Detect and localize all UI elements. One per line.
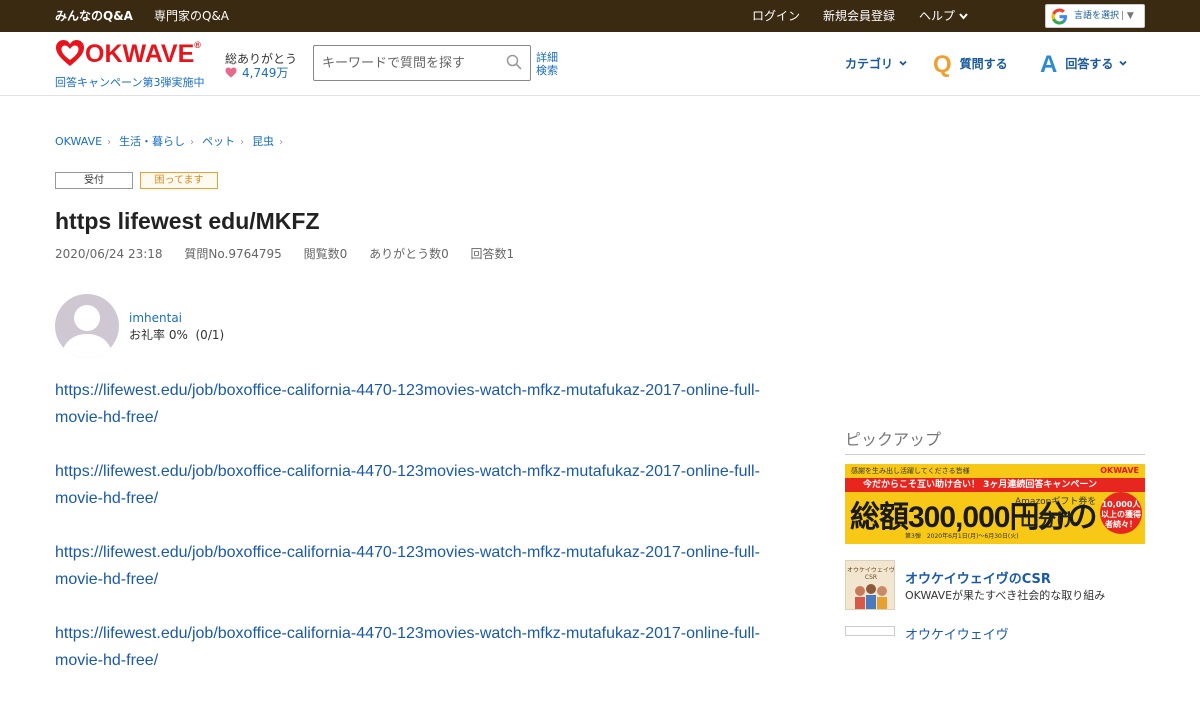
- question-q-icon: Q: [933, 51, 952, 78]
- breadcrumb-pet[interactable]: ペット: [202, 135, 235, 148]
- people-illustration-icon: [855, 584, 887, 609]
- breadcrumb-insect[interactable]: 昆虫: [252, 135, 274, 148]
- google-icon: [1051, 8, 1068, 25]
- rate-count: (0/1): [195, 328, 225, 342]
- csr-thumbnail[interactable]: オウケイウェイヴ CSR: [845, 560, 895, 610]
- thanks-count-meta: ありがとう数0: [369, 247, 449, 261]
- search-box: [313, 45, 531, 81]
- answer-a-icon: A: [1040, 51, 1058, 78]
- login-link[interactable]: ログイン: [752, 0, 800, 32]
- campaign-banner[interactable]: 感謝を生み出し活躍してくださる皆様 OKWAVE 今だからこそ互い助け合い！ 3…: [845, 464, 1145, 544]
- body-link[interactable]: https://lifewest.edu/job/boxoffice-calif…: [55, 544, 760, 588]
- question-date: 2020/06/24 23:18: [55, 247, 163, 261]
- search-input[interactable]: [314, 46, 494, 80]
- rate-label: お礼率 0%: [129, 328, 188, 342]
- question-meta: 2020/06/24 23:18 質問No.9764795 閲覧数0 ありがとう…: [55, 245, 532, 262]
- logo-text: OKWAVE: [85, 40, 195, 68]
- search-icon[interactable]: [506, 54, 522, 70]
- help-menu[interactable]: ヘルプ: [919, 0, 968, 32]
- banner-logo: OKWAVE: [1100, 466, 1139, 475]
- breadcrumb-life[interactable]: 生活・暮らし: [119, 135, 185, 148]
- user-silhouette-icon: [61, 305, 113, 358]
- nav-answer[interactable]: A 回答する: [1040, 32, 1127, 96]
- banner-circle: 10,000人以上の獲得者続々！: [1100, 492, 1142, 534]
- banner-period: 第3弾 2020年6月1日(月)〜6月30日(火): [905, 533, 1019, 540]
- question-body: https://lifewest.edu/job/boxoffice-calif…: [55, 377, 775, 701]
- chevron-down-icon: [1119, 60, 1127, 66]
- chevron-right-icon: ›: [190, 137, 195, 148]
- chevron-right-icon: ›: [107, 137, 112, 148]
- heart-icon: [225, 67, 237, 78]
- advanced-search-link[interactable]: 詳細検索: [536, 51, 566, 77]
- question-title: https lifewest edu/MKFZ: [55, 208, 320, 234]
- breadcrumb: OKWAVE › 生活・暮らし › ペット › 昆虫 ›: [55, 133, 291, 149]
- csr-subtitle: OKWAVEが果たすべき社会的な取り組み: [905, 589, 1106, 602]
- chevron-right-icon: ›: [240, 137, 245, 148]
- view-count: 閲覧数0: [303, 247, 348, 261]
- chevron-down-icon: [959, 13, 968, 20]
- register-link[interactable]: 新規会員登録: [823, 0, 895, 32]
- status-badge: 受付: [55, 172, 133, 189]
- expert-qa-link[interactable]: 専門家のQ&A: [154, 0, 229, 32]
- user-name-link[interactable]: imhentai: [129, 311, 182, 325]
- nav-answer-label: 回答する: [1065, 57, 1114, 71]
- thanks-count: 4,749万: [225, 64, 288, 81]
- language-dropdown-icon: | ▼: [1121, 11, 1134, 21]
- breadcrumb-okwave[interactable]: OKWAVE: [55, 135, 102, 148]
- heart-logo-icon: [56, 40, 84, 66]
- site-header: OKWAVE® 回答キャンペーン第3弾実施中 総ありがとう 4,749万 詳細検…: [0, 32, 1200, 96]
- user-thanks-rate: お礼率 0% (0/1): [129, 326, 224, 343]
- chevron-down-icon: [899, 60, 907, 66]
- body-link[interactable]: https://lifewest.edu/job/boxoffice-calif…: [55, 382, 760, 426]
- answer-count: 回答数1: [470, 247, 515, 261]
- language-selector[interactable]: 言語を選択 | ▼: [1045, 4, 1145, 28]
- body-link[interactable]: https://lifewest.edu/job/boxoffice-calif…: [55, 625, 760, 669]
- pickup-heading: ピックアップ: [845, 426, 1145, 455]
- question-number: 質問No.9764795: [184, 247, 282, 261]
- trouble-badge: 困ってます: [140, 172, 218, 189]
- logo-wordmark: OKWAVE®: [85, 40, 201, 68]
- thanks-count-value: 4,749万: [242, 66, 289, 80]
- site-qa-link[interactable]: みんなのQ&A: [55, 0, 133, 32]
- language-label: 言語を選択: [1074, 11, 1120, 21]
- banner-split: 山分け: [1020, 510, 1074, 531]
- avatar[interactable]: [55, 294, 119, 358]
- campaign-link[interactable]: 回答キャンペーン第3弾実施中: [55, 74, 204, 90]
- nav-category-label: カテゴリ: [845, 57, 894, 71]
- next-title-link[interactable]: オウケイウェイヴ: [905, 624, 1009, 643]
- body-link[interactable]: https://lifewest.edu/job/boxoffice-calif…: [55, 463, 760, 507]
- nav-category[interactable]: カテゴリ: [845, 32, 907, 96]
- banner-headline: 今だからこそ互い助け合い！ 3ヶ月連続回答キャンペーン: [845, 478, 1145, 492]
- nav-ask-label: 質問する: [959, 57, 1008, 71]
- chevron-right-icon: ›: [279, 137, 284, 148]
- nav-ask[interactable]: Q 質問する: [933, 32, 1008, 96]
- csr-title-link[interactable]: オウケイウェイヴのCSR: [905, 568, 1051, 587]
- top-bar: みんなのQ&A 専門家のQ&A ログイン 新規会員登録 ヘルプ 言語を選択 | ▼: [0, 0, 1200, 32]
- help-label: ヘルプ: [919, 9, 956, 23]
- next-thumbnail[interactable]: [845, 626, 895, 636]
